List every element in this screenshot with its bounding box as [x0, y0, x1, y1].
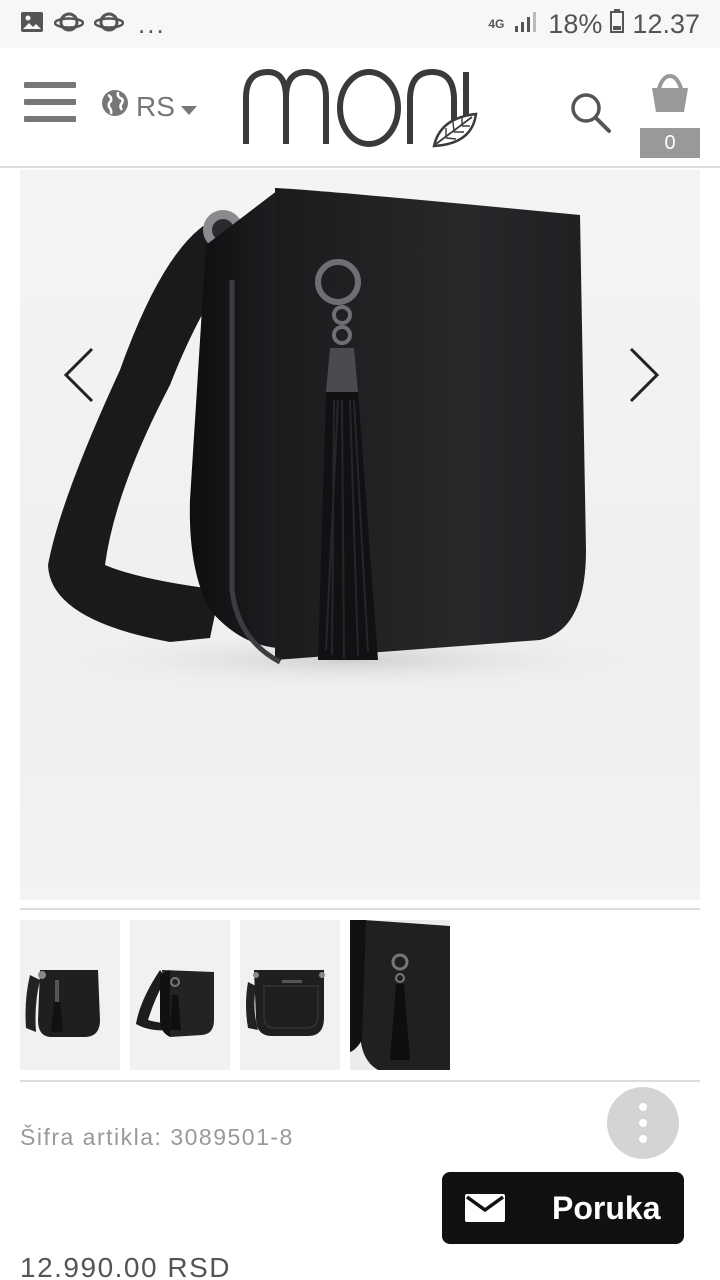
product-price: 12.990.00 RSD	[20, 1252, 231, 1280]
more-notifications: ...	[138, 8, 166, 39]
battery-percent: 18%	[548, 8, 603, 39]
globe-icon	[100, 88, 130, 125]
mail-icon	[465, 1194, 505, 1222]
cart-count-badge: 0	[640, 128, 700, 158]
battery-icon	[610, 8, 625, 40]
more-vertical-icon-dot	[639, 1135, 647, 1143]
more-vertical-icon-dot	[639, 1119, 647, 1127]
product-thumbnail[interactable]	[240, 920, 340, 1070]
language-selector[interactable]: RS	[100, 88, 197, 125]
product-image-carousel[interactable]	[20, 170, 700, 900]
product-sku: Šifra artikla: 3089501-8	[20, 1124, 294, 1150]
search-icon	[571, 93, 611, 133]
divider	[20, 1080, 700, 1082]
thumbnail-strip	[20, 920, 450, 1070]
notification-icons: ...	[20, 9, 166, 40]
previous-image-button[interactable]	[60, 345, 100, 405]
product-thumbnail[interactable]	[20, 920, 120, 1070]
message-button-label: Poruka	[552, 1189, 661, 1226]
hamburger-icon	[24, 82, 76, 88]
signal-icon	[514, 9, 540, 40]
site-header: RS 0	[0, 48, 720, 168]
more-vertical-icon	[639, 1103, 647, 1111]
product-photo	[48, 188, 650, 690]
system-status: 4G 18% 12.37	[486, 8, 700, 40]
language-code: RS	[136, 90, 175, 122]
mona-logo[interactable]	[240, 62, 480, 150]
clock: 12.37	[632, 8, 700, 39]
caret-down-icon	[180, 91, 197, 123]
product-thumbnail[interactable]	[130, 920, 230, 1070]
hamburger-icon-line	[24, 99, 76, 105]
basket-icon	[652, 74, 688, 112]
chevron-left-icon	[63, 347, 94, 403]
more-options-button[interactable]	[607, 1087, 679, 1159]
status-bar: ... 4G 18% 12.37	[0, 0, 720, 48]
network-type: 4G	[488, 17, 505, 31]
menu-button[interactable]	[24, 82, 76, 124]
mail-icon-wrapper	[442, 1172, 528, 1244]
next-image-button[interactable]	[623, 345, 663, 405]
hamburger-icon-line	[24, 116, 76, 122]
cart-button[interactable]: 0	[640, 74, 700, 158]
planet-icon	[53, 10, 85, 39]
message-button[interactable]: Poruka	[442, 1172, 684, 1244]
chevron-right-icon	[629, 347, 660, 403]
divider	[20, 908, 700, 910]
search-button[interactable]	[568, 90, 612, 134]
gallery-icon	[20, 10, 44, 39]
product-thumbnail[interactable]	[350, 920, 450, 1070]
planet-icon	[93, 10, 125, 39]
